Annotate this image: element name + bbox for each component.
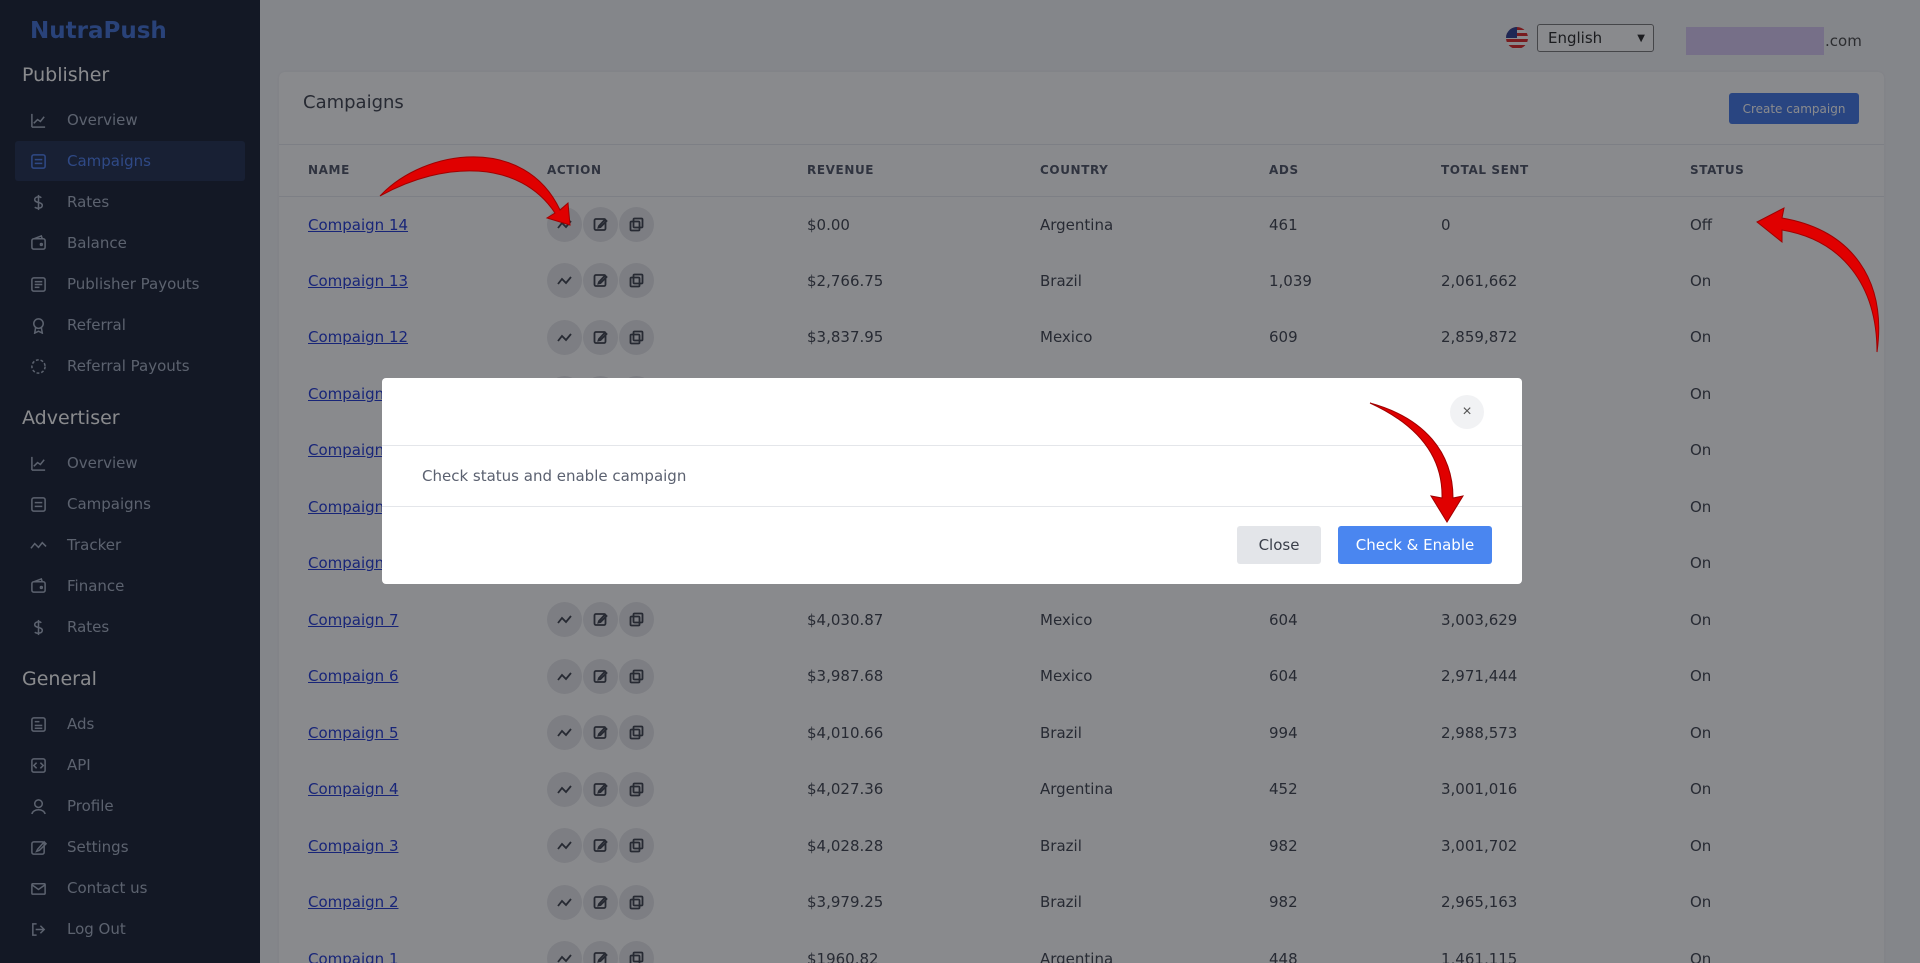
modal-header: × <box>382 378 1522 446</box>
modal-close-x-button[interactable]: × <box>1450 395 1484 429</box>
enable-campaign-modal: × Check status and enable campaign Close… <box>382 378 1522 584</box>
close-button[interactable]: Close <box>1237 526 1321 564</box>
modal-message: Check status and enable campaign <box>422 467 687 485</box>
check-enable-button[interactable]: Check & Enable <box>1338 526 1492 564</box>
modal-footer: Close Check & Enable <box>382 507 1522 583</box>
modal-body: Check status and enable campaign <box>382 446 1522 507</box>
